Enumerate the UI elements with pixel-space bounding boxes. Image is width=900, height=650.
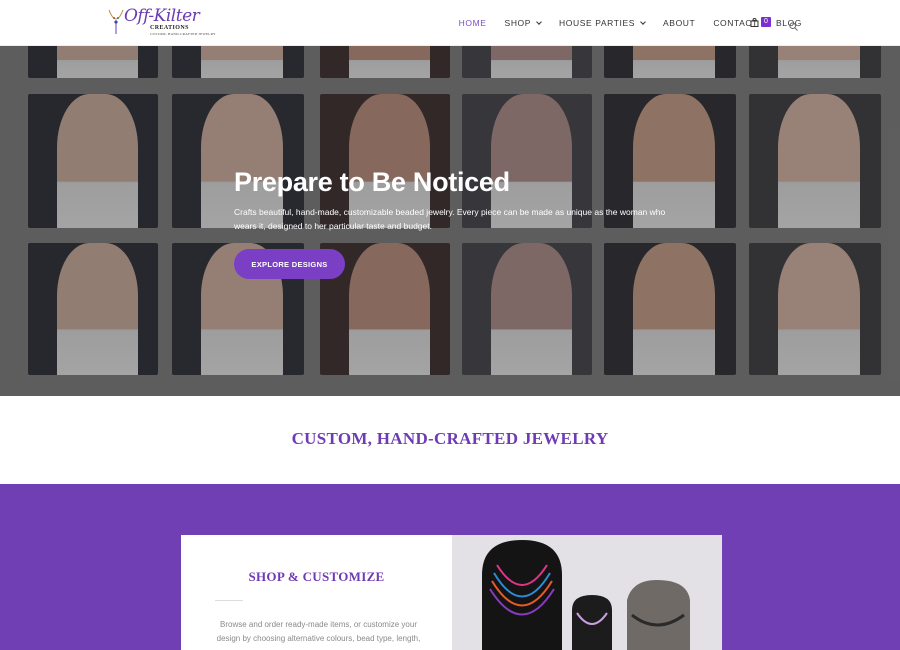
hero-section: Prepare to Be Noticed Crafts beautiful, … (0, 46, 900, 396)
card-text: Browse and order ready-made items, or cu… (216, 620, 421, 643)
explore-designs-label: EXPLORE DESIGNS (251, 259, 328, 269)
hero-title: Prepare to Be Noticed (234, 167, 510, 197)
cart-button[interactable]: 0 (750, 17, 771, 27)
card-title: SHOP & CUSTOMIZE (248, 569, 385, 584)
necklaces-photo (452, 535, 722, 650)
shop-customize-card: SHOP & CUSTOMIZE Browse and order ready-… (181, 535, 452, 650)
section-title: CUSTOM, HAND-CRAFTED JEWELRY (291, 429, 609, 448)
search-icon (789, 22, 798, 31)
logo-creations-text: CREATIONS (150, 25, 189, 31)
nav-house-parties[interactable]: HOUSE PARTIES (559, 18, 646, 28)
site-header: Off-Kilter CREATIONS CUSTOM, HAND-CRAFTE… (0, 0, 900, 46)
necklace-display-image (452, 535, 722, 650)
chevron-down-icon (640, 18, 646, 25)
nav-shop-label: SHOP (504, 18, 532, 28)
nav-about[interactable]: ABOUT (663, 18, 695, 28)
nav-shop[interactable]: SHOP (505, 18, 542, 28)
hero-description: Crafts beautiful, hand-made, customizabl… (234, 207, 666, 231)
nav-home[interactable]: HOME (459, 18, 487, 28)
nav-house-parties-label: HOUSE PARTIES (559, 18, 636, 28)
search-button[interactable] (789, 18, 798, 36)
nav-home-label: HOME (458, 18, 487, 28)
necklace-logo-icon (108, 9, 124, 34)
main-nav: HOME SHOP HOUSE PARTIES ABOUT CONTACT BL… (441, 0, 802, 46)
logo-tagline: CUSTOM, HAND-CRAFTED JEWELRY (150, 32, 216, 36)
explore-designs-button[interactable]: EXPLORE DESIGNS (234, 249, 345, 279)
nav-about-label: ABOUT (663, 18, 696, 28)
shopping-bag-icon (750, 17, 759, 27)
card-divider (215, 600, 243, 601)
cart-count-badge: 0 (761, 17, 771, 27)
site-logo[interactable]: Off-Kilter CREATIONS CUSTOM, HAND-CRAFTE… (106, 6, 216, 40)
logo-script-text: Off-Kilter (124, 6, 200, 26)
chevron-down-icon (536, 18, 542, 25)
